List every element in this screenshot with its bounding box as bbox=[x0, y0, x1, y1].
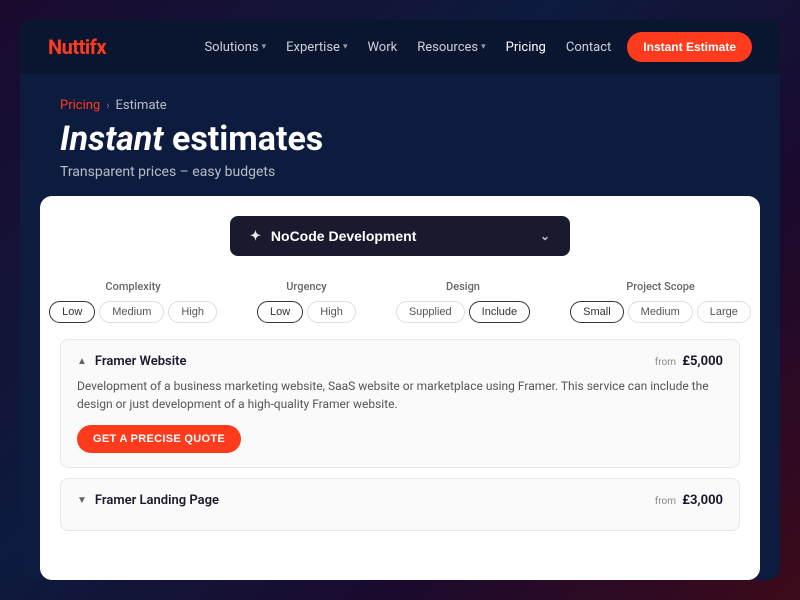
logo-highlight: x bbox=[96, 35, 106, 59]
nav-links: Solutions ▾ Expertise ▾ Work Resources ▾… bbox=[204, 40, 611, 55]
chevron-down-icon: ▾ bbox=[262, 42, 267, 52]
design-filter: Design Supplied Include bbox=[396, 280, 530, 323]
scope-label: Project Scope bbox=[626, 280, 695, 293]
expand-icon[interactable]: ▼ bbox=[77, 495, 87, 506]
nocode-icon: ✦ bbox=[250, 228, 261, 244]
logo[interactable]: Nuttifx bbox=[48, 35, 106, 59]
service-list: ▲ Framer Website from £5,000 Development… bbox=[40, 339, 760, 531]
scope-large-button[interactable]: Large bbox=[697, 301, 751, 323]
dropdown-row: ✦ NoCode Development ⌄ bbox=[40, 196, 760, 272]
dropdown-chevron-icon: ⌄ bbox=[540, 229, 550, 243]
chevron-down-icon: ▾ bbox=[343, 42, 348, 52]
design-include-button[interactable]: Include bbox=[469, 301, 530, 323]
nav-resources[interactable]: Resources ▾ bbox=[417, 40, 485, 55]
service-description: Development of a business marketing webs… bbox=[77, 377, 723, 413]
logo-text: Nuttif bbox=[48, 35, 96, 59]
breadcrumb-separator: › bbox=[106, 99, 109, 112]
scope-medium-button[interactable]: Medium bbox=[628, 301, 693, 323]
complexity-filter: Complexity Low Medium High bbox=[49, 280, 217, 323]
instant-estimate-button[interactable]: Instant Estimate bbox=[627, 32, 752, 62]
service-price: from £5,000 bbox=[655, 354, 723, 369]
chevron-down-icon: ▾ bbox=[481, 42, 486, 52]
urgency-low-button[interactable]: Low bbox=[257, 301, 303, 323]
nav-expertise[interactable]: Expertise ▾ bbox=[286, 40, 347, 55]
scope-filter: Project Scope Small Medium Large bbox=[570, 280, 751, 323]
hero-section: Pricing › Estimate Instant estimates Tra… bbox=[20, 74, 780, 196]
hero-subtitle: Transparent prices – easy budgets bbox=[60, 164, 740, 180]
nav-contact[interactable]: Contact bbox=[566, 40, 611, 55]
get-precise-quote-button[interactable]: GET A PRECISE QUOTE bbox=[77, 425, 241, 453]
service-price: from £3,000 bbox=[655, 493, 723, 508]
breadcrumb: Pricing › Estimate bbox=[60, 98, 740, 113]
page-title: Instant estimates bbox=[60, 121, 740, 158]
urgency-filter: Urgency Low High bbox=[257, 280, 356, 323]
design-supplied-button[interactable]: Supplied bbox=[396, 301, 465, 323]
urgency-high-button[interactable]: High bbox=[307, 301, 356, 323]
service-title: Framer Website bbox=[95, 354, 187, 369]
filter-bar: Complexity Low Medium High Urgency Low H… bbox=[40, 272, 760, 339]
breadcrumb-pricing[interactable]: Pricing bbox=[60, 98, 100, 113]
dropdown-label: NoCode Development bbox=[271, 228, 416, 244]
design-label: Design bbox=[446, 280, 480, 293]
complexity-high-button[interactable]: High bbox=[168, 301, 217, 323]
category-dropdown[interactable]: ✦ NoCode Development ⌄ bbox=[230, 216, 570, 256]
service-item-framer-landing: ▼ Framer Landing Page from £3,000 bbox=[60, 478, 740, 531]
complexity-label: Complexity bbox=[105, 280, 160, 293]
navbar: Nuttifx Solutions ▾ Expertise ▾ Work Res… bbox=[20, 20, 780, 74]
nav-pricing[interactable]: Pricing bbox=[506, 40, 546, 55]
complexity-low-button[interactable]: Low bbox=[49, 301, 95, 323]
service-item-framer-website: ▲ Framer Website from £5,000 Development… bbox=[60, 339, 740, 468]
urgency-label: Urgency bbox=[286, 280, 326, 293]
nav-solutions[interactable]: Solutions ▾ bbox=[204, 40, 266, 55]
app-window: Nuttifx Solutions ▾ Expertise ▾ Work Res… bbox=[20, 20, 780, 580]
scope-small-button[interactable]: Small bbox=[570, 301, 624, 323]
complexity-medium-button[interactable]: Medium bbox=[99, 301, 164, 323]
breadcrumb-current: Estimate bbox=[116, 98, 167, 113]
nav-work[interactable]: Work bbox=[367, 40, 397, 55]
collapse-icon[interactable]: ▲ bbox=[77, 356, 87, 367]
service-title: Framer Landing Page bbox=[95, 493, 219, 508]
pricing-card: ✦ NoCode Development ⌄ Complexity Low Me… bbox=[40, 196, 760, 580]
